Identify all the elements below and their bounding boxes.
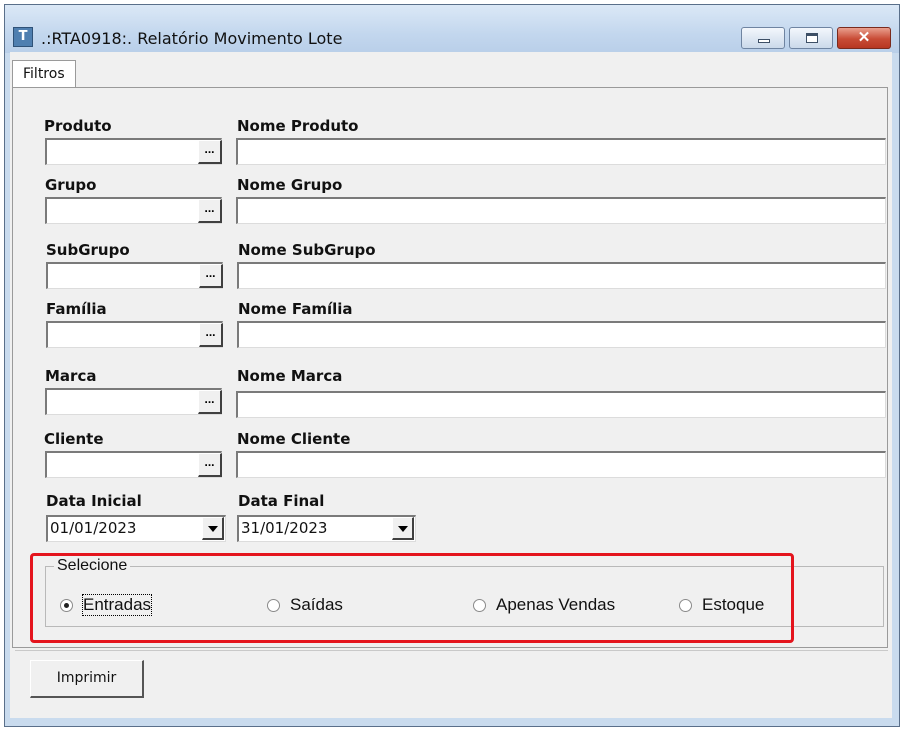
tab-filtros[interactable]: Filtros — [12, 60, 76, 88]
nome-familia-input[interactable] — [237, 321, 886, 348]
produto-lookup-button[interactable]: ... — [198, 140, 222, 164]
grupo-lookup-button[interactable]: ... — [198, 199, 222, 223]
cliente-code-input[interactable] — [45, 451, 222, 478]
subgrupo-lookup-button[interactable]: ... — [199, 264, 223, 288]
marca-label: Marca — [45, 367, 97, 385]
minimize-button[interactable] — [741, 27, 785, 49]
nome-cliente-input[interactable] — [236, 451, 886, 478]
window-title: .:RTA0918:. Relatório Movimento Lote — [41, 29, 343, 48]
cliente-lookup-button[interactable]: ... — [198, 453, 222, 477]
familia-code-input[interactable] — [46, 321, 223, 348]
nome-marca-label: Nome Marca — [237, 367, 343, 385]
nome-subgrupo-label: Nome SubGrupo — [238, 241, 376, 259]
chevron-down-icon — [208, 526, 218, 532]
marca-lookup-button[interactable]: ... — [198, 390, 222, 414]
nome-produto-label: Nome Produto — [237, 117, 359, 135]
familia-lookup-button[interactable]: ... — [199, 323, 223, 347]
data-final-picker[interactable]: 31/01/2023 — [237, 515, 416, 542]
app-icon: T — [13, 27, 33, 47]
data-inicial-value: 01/01/2023 — [50, 519, 137, 537]
maximize-icon — [806, 33, 818, 43]
produto-code-input[interactable] — [45, 138, 222, 165]
nome-grupo-input[interactable] — [236, 197, 886, 224]
subgrupo-label: SubGrupo — [46, 241, 130, 259]
cliente-label: Cliente — [44, 430, 104, 448]
familia-label: Família — [46, 300, 107, 318]
data-final-dropdown-button[interactable] — [392, 517, 414, 540]
close-icon: ✕ — [857, 29, 871, 46]
grupo-label: Grupo — [45, 176, 97, 194]
subgrupo-code-input[interactable] — [46, 262, 223, 289]
data-inicial-dropdown-button[interactable] — [202, 517, 224, 540]
marca-code-input[interactable] — [45, 388, 222, 415]
print-button[interactable]: Imprimir — [30, 660, 144, 698]
nome-subgrupo-input[interactable] — [237, 262, 886, 289]
close-button[interactable]: ✕ — [837, 27, 891, 49]
produto-label: Produto — [44, 117, 112, 135]
data-final-value: 31/01/2023 — [241, 519, 328, 537]
title-bar[interactable]: T .:RTA0918:. Relatório Movimento Lote ✕ — [5, 5, 899, 53]
red-highlight-box — [30, 553, 794, 643]
data-final-label: Data Final — [238, 492, 325, 510]
button-bar — [15, 650, 888, 713]
data-inicial-label: Data Inicial — [46, 492, 142, 510]
data-inicial-picker[interactable]: 01/01/2023 — [46, 515, 226, 542]
nome-produto-input[interactable] — [236, 138, 886, 165]
minimize-icon — [758, 39, 770, 43]
chevron-down-icon — [398, 526, 408, 532]
nome-familia-label: Nome Família — [238, 300, 353, 318]
grupo-code-input[interactable] — [45, 197, 222, 224]
nome-cliente-label: Nome Cliente — [237, 430, 351, 448]
nome-marca-input[interactable] — [236, 391, 886, 418]
maximize-button[interactable] — [789, 27, 833, 49]
nome-grupo-label: Nome Grupo — [237, 176, 343, 194]
